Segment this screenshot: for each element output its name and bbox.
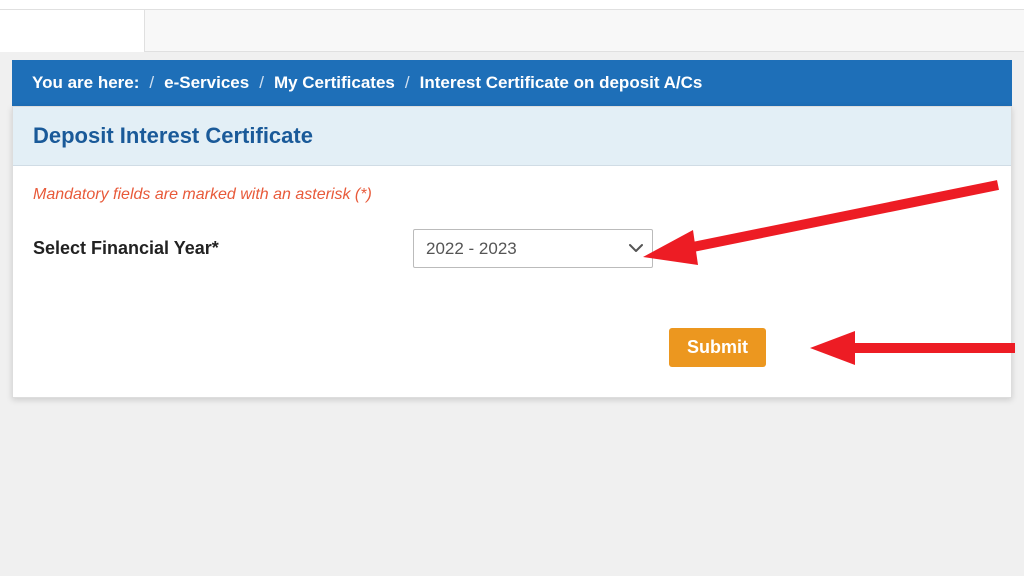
panel-body: Mandatory fields are marked with an aste… <box>13 166 1011 397</box>
financial-year-select[interactable]: 2022 - 2023 <box>413 229 653 268</box>
breadcrumb-label: You are here: <box>32 73 139 93</box>
breadcrumb-sep: / <box>259 73 264 93</box>
financial-year-select-wrap: 2022 - 2023 <box>413 229 653 268</box>
breadcrumb-sep: / <box>405 73 410 93</box>
breadcrumb-current: Interest Certificate on deposit A/Cs <box>420 73 703 93</box>
tab-spacer <box>0 10 1024 52</box>
breadcrumb-eservices[interactable]: e-Services <box>164 73 249 93</box>
breadcrumb-sep: / <box>149 73 154 93</box>
financial-year-row: Select Financial Year* 2022 - 2023 <box>33 229 991 268</box>
submit-button[interactable]: Submit <box>669 328 766 367</box>
breadcrumb-mycertificates[interactable]: My Certificates <box>274 73 395 93</box>
top-bar <box>0 0 1024 10</box>
mandatory-note: Mandatory fields are marked with an aste… <box>33 186 991 204</box>
main-panel: Deposit Interest Certificate Mandatory f… <box>12 106 1012 398</box>
page-title: Deposit Interest Certificate <box>13 107 1011 166</box>
financial-year-label: Select Financial Year* <box>33 238 383 259</box>
submit-row: Submit <box>33 328 991 367</box>
breadcrumb: You are here: / e-Services / My Certific… <box>12 60 1012 106</box>
active-tab-placeholder <box>0 10 145 52</box>
